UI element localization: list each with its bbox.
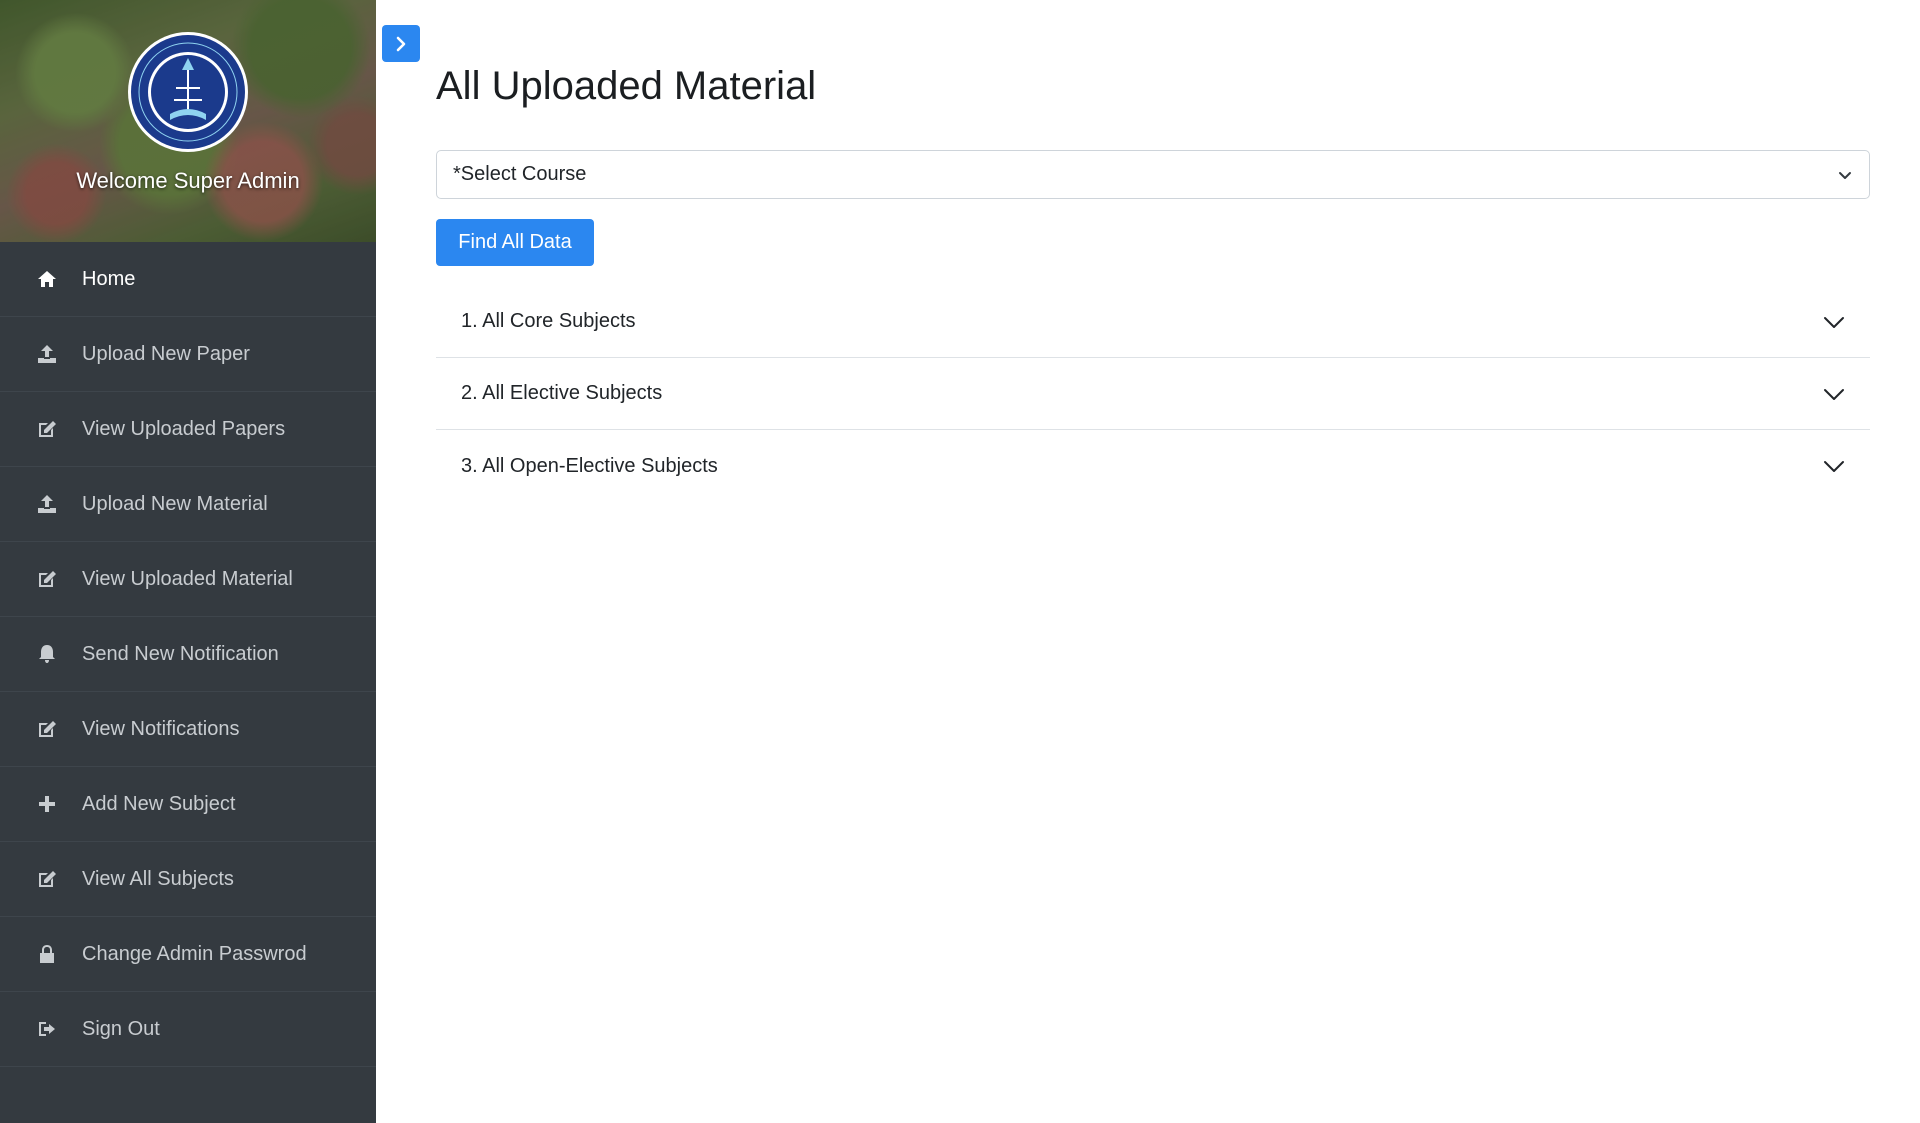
sidebar-item-label: Upload New Material [82,492,268,515]
sidebar-item-view-all-subjects[interactable]: View All Subjects [0,842,376,917]
sidebar-item-label: Send New Notification [82,642,279,665]
page-title: All Uploaded Material [436,64,817,108]
sidebar-item-label: View Uploaded Material [82,567,293,590]
sidebar: Welcome Super Admin Home Upload New Pape… [0,0,376,1123]
edit-icon [36,868,58,890]
accordion-open-elective-subjects[interactable]: 3. All Open-Elective Subjects [436,430,1870,502]
sidebar-nav: Home Upload New Paper View Uploaded Pape… [0,242,376,1067]
upload-icon [36,343,58,365]
sidebar-item-view-uploaded-material[interactable]: View Uploaded Material [0,542,376,617]
chevron-down-icon [1824,388,1844,400]
home-icon [36,268,58,290]
sidebar-item-change-admin-password[interactable]: Change Admin Passwrod [0,917,376,992]
plus-icon [36,793,58,815]
sidebar-item-view-notifications[interactable]: View Notifications [0,692,376,767]
sign-out-icon [36,1018,58,1040]
accordion-elective-subjects[interactable]: 2. All Elective Subjects [436,358,1870,430]
find-all-data-button[interactable]: Find All Data [436,219,594,266]
sidebar-item-label: Sign Out [82,1017,160,1040]
accordion-label: 3. All Open-Elective Subjects [461,454,718,477]
chevron-down-icon [1824,461,1844,472]
sidebar-item-label: Add New Subject [82,792,236,815]
accordion-label: 2. All Elective Subjects [461,382,663,404]
subjects-accordion: 1. All Core Subjects 2. All Elective Sub… [436,286,1870,502]
bell-icon [36,643,58,665]
accordion-core-subjects[interactable]: 1. All Core Subjects [436,286,1870,358]
sidebar-item-view-uploaded-papers[interactable]: View Uploaded Papers [0,392,376,467]
edit-icon [36,718,58,740]
sidebar-item-upload-new-paper[interactable]: Upload New Paper [0,317,376,392]
sidebar-toggle-button[interactable] [382,25,420,62]
sidebar-item-label: Home [82,267,136,290]
chevron-right-icon [396,36,406,51]
sidebar-item-home[interactable]: Home [0,242,376,317]
university-logo [128,32,248,152]
sidebar-item-upload-new-material[interactable]: Upload New Material [0,467,376,542]
course-select-value: *Select Course [453,163,587,185]
sidebar-item-label: View Notifications [82,717,240,740]
chevron-down-icon [1839,171,1851,179]
sidebar-item-send-new-notification[interactable]: Send New Notification [0,617,376,692]
sidebar-item-sign-out[interactable]: Sign Out [0,992,376,1067]
sidebar-item-label: View All Subjects [82,867,234,890]
sidebar-header: Welcome Super Admin [0,0,376,242]
chevron-down-icon [1824,316,1844,328]
course-select[interactable]: *Select Course [436,150,1870,199]
edit-icon [36,418,58,440]
upload-icon [36,493,58,515]
sidebar-item-label: Change Admin Passwrod [82,942,307,965]
sidebar-item-label: View Uploaded Papers [82,417,286,440]
edit-icon [36,568,58,590]
sidebar-item-add-new-subject[interactable]: Add New Subject [0,767,376,842]
sidebar-item-label: Upload New Paper [82,342,250,365]
welcome-text: Welcome Super Admin [76,168,300,193]
lock-icon [36,943,58,965]
accordion-label: 1. All Core Subjects [461,310,636,332]
